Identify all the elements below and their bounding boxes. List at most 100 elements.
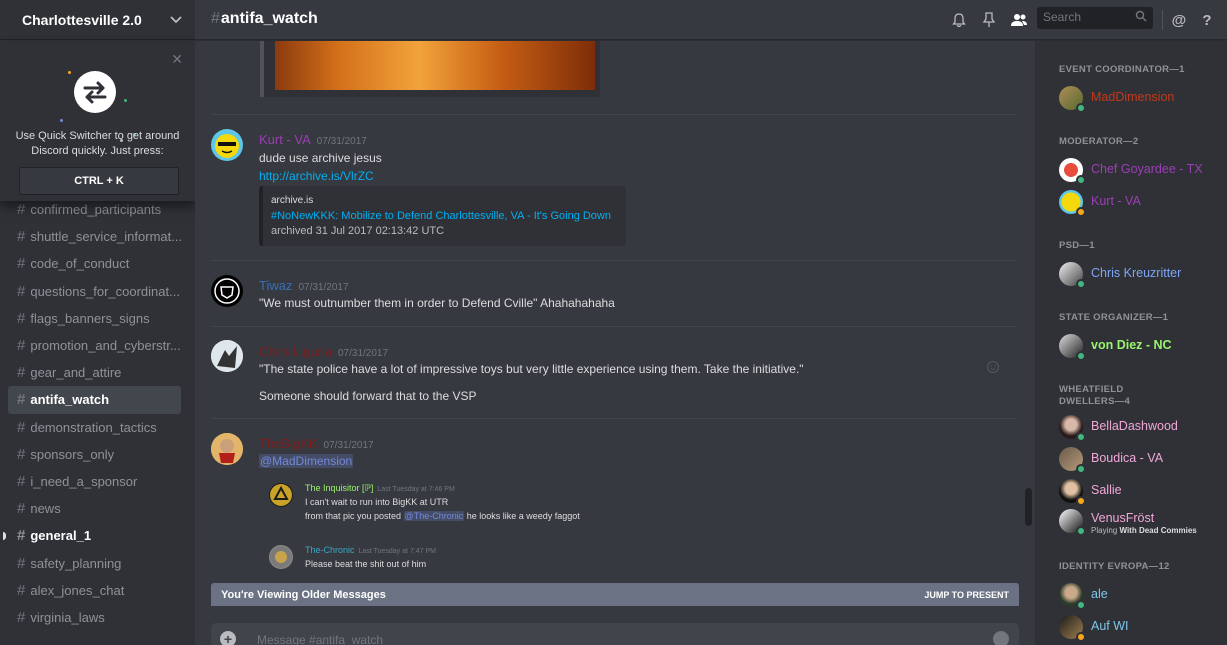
server-name: Charlottesville 2.0 xyxy=(22,11,142,28)
jump-to-present-button[interactable]: JUMP TO PRESENT xyxy=(924,590,1009,600)
author-name: The-Chronic xyxy=(305,545,355,555)
server-header[interactable]: Charlottesville 2.0 xyxy=(0,0,195,40)
embed-title[interactable]: #NoNewKKK: Mobilize to Defend Charlottes… xyxy=(271,210,611,222)
hash-icon: # xyxy=(17,337,26,355)
status-idle-icon xyxy=(1076,632,1086,642)
close-icon[interactable]: ✕ xyxy=(171,51,183,68)
channel-item[interactable]: # demonstration_tactics xyxy=(8,414,181,441)
avatar xyxy=(1059,415,1086,442)
pin-icon[interactable] xyxy=(980,11,998,29)
hash-icon: # xyxy=(17,418,26,436)
channel-label: questions_for_coordinat... xyxy=(30,283,180,299)
hash-icon: # xyxy=(17,500,26,518)
hash-icon: # xyxy=(17,527,26,545)
channel-item[interactable]: # promotion_and_cyberstr... xyxy=(8,332,181,359)
avatar xyxy=(269,483,293,507)
channel-item[interactable]: # flags_banners_signs xyxy=(8,305,181,332)
message-link[interactable]: http://archive.is/VlrZC xyxy=(259,169,374,183)
upload-plus-icon[interactable]: + xyxy=(220,631,236,645)
member-item[interactable]: Kurt - VA xyxy=(1059,190,1227,222)
channel-item[interactable]: # shuttle_service_informat... xyxy=(8,223,181,250)
member-name: Boudica - VA xyxy=(1091,451,1164,465)
link-embed: archive.is #NoNewKKK: Mobilize to Defend… xyxy=(259,186,626,246)
channel-item[interactable]: # gear_and_attire xyxy=(8,359,181,386)
discord-app: Charlottesville 2.0 # confirmed_participa… xyxy=(0,0,1227,645)
channel-label: confirmed_participants xyxy=(30,202,162,218)
status-idle-icon xyxy=(1076,207,1086,217)
user-mention[interactable]: @MadDimension xyxy=(259,454,354,468)
member-item[interactable]: Boudica - VA xyxy=(1059,447,1227,479)
message-input-placeholder: Message #antifa_watch xyxy=(257,633,384,645)
member-group-title: IDENTITY EVROPA—12 xyxy=(1059,561,1170,572)
member-item[interactable]: ale xyxy=(1059,583,1227,615)
swap-arrows-icon xyxy=(74,71,116,113)
channel-item[interactable]: # sponsors_only xyxy=(8,441,181,468)
user-mention: @The-Chronic xyxy=(403,511,465,521)
hash-icon: # xyxy=(17,581,26,599)
channel-label: safety_planning xyxy=(30,555,122,571)
channel-item[interactable]: # virginia_laws xyxy=(8,604,181,631)
member-name: ale xyxy=(1091,587,1108,601)
hash-icon: # xyxy=(17,472,26,490)
hash-icon: # xyxy=(17,445,26,463)
bell-icon[interactable] xyxy=(950,11,968,29)
hash-icon: # xyxy=(17,201,26,219)
message-timestamp: 07/31/2017 xyxy=(323,440,374,451)
member-item[interactable]: BellaDashwood xyxy=(1059,415,1227,447)
help-icon[interactable]: ? xyxy=(1198,11,1216,29)
member-item[interactable]: Auf WI xyxy=(1059,615,1227,645)
avatar[interactable] xyxy=(211,340,243,372)
status-idle-icon xyxy=(1076,496,1086,506)
scrollbar-thumb[interactable] xyxy=(1025,488,1032,526)
message-author[interactable]: Tiwaz 07/31/2017 xyxy=(259,278,349,293)
member-group-title: WHEATFIELD DWELLERS—4 xyxy=(1059,384,1130,408)
channel-item-active[interactable]: # antifa_watch xyxy=(8,386,181,414)
channel-item[interactable]: # safety_planning xyxy=(8,549,181,576)
message-timestamp: Last Tuesday at 7:47 PM xyxy=(358,548,436,555)
avatar xyxy=(1059,190,1086,217)
channel-label: sponsors_only xyxy=(30,446,115,462)
members-icon[interactable] xyxy=(1010,11,1028,29)
channel-item[interactable]: # news xyxy=(8,495,181,522)
member-item[interactable]: Sallie xyxy=(1059,479,1227,511)
message-list[interactable]: Kurt - VA 07/31/2017 dude use archive jes… xyxy=(195,41,1035,645)
message-timestamp: 07/31/2017 xyxy=(298,282,349,293)
avatar xyxy=(1059,262,1086,289)
channel-item[interactable]: # questions_for_coordinat... xyxy=(8,278,181,305)
channel-label: general_1 xyxy=(30,528,92,544)
channel-item[interactable]: # i_need_a_sponsor xyxy=(8,468,181,495)
mentions-icon[interactable]: @ xyxy=(1170,11,1188,29)
member-item[interactable]: Chef Goyardee - TX xyxy=(1059,158,1227,190)
channel-item-unread[interactable]: # general_1 xyxy=(8,522,181,549)
message-author[interactable]: Chris Liguria 07/31/2017 xyxy=(259,344,388,359)
avatar[interactable] xyxy=(211,433,243,465)
member-item[interactable]: von Diez - NC xyxy=(1059,334,1227,366)
add-reaction-icon[interactable] xyxy=(986,360,1000,374)
member-item[interactable]: Chris Kreuzritter xyxy=(1059,262,1227,294)
member-name: Auf WI xyxy=(1091,619,1129,633)
embed-image[interactable] xyxy=(275,41,595,90)
channel-item[interactable]: # code_of_conduct xyxy=(8,250,181,277)
hash-icon: # xyxy=(17,228,26,246)
quoted-author: The-Chronic Last Tuesday at 7:47 PM xyxy=(305,545,436,555)
avatar[interactable] xyxy=(211,129,243,161)
embed-description: archived 31 Jul 2017 02:13:42 UTC xyxy=(271,225,445,237)
emoji-picker-icon[interactable] xyxy=(993,631,1009,645)
message-author[interactable]: TheBigKK 07/31/2017 xyxy=(259,436,374,451)
message-composer[interactable]: + Message #antifa_watch xyxy=(211,623,1019,645)
member-name: MadDimension xyxy=(1091,90,1175,104)
channel-label: antifa_watch xyxy=(30,392,110,408)
status-online-icon xyxy=(1076,432,1086,442)
member-item[interactable]: VenusFröst Playing With Dead Commies xyxy=(1059,509,1227,541)
search-placeholder: Search xyxy=(1043,10,1082,24)
quoted-text: I can't wait to run into BigKK at UTR xyxy=(305,497,449,507)
channel-item[interactable]: # alex_jones_chat xyxy=(8,577,181,604)
avatar[interactable] xyxy=(211,275,243,307)
avatar xyxy=(1059,158,1086,185)
search-input[interactable]: Search xyxy=(1037,7,1153,29)
quick-switcher-line: Discord quickly. Just press: xyxy=(31,145,164,157)
message-author[interactable]: Kurt - VA 07/31/2017 xyxy=(259,132,367,147)
page-title: #antifa_watch xyxy=(211,10,318,28)
member-item[interactable]: MadDimension xyxy=(1059,86,1227,118)
member-group-title-line: WHEATFIELD xyxy=(1059,384,1124,395)
